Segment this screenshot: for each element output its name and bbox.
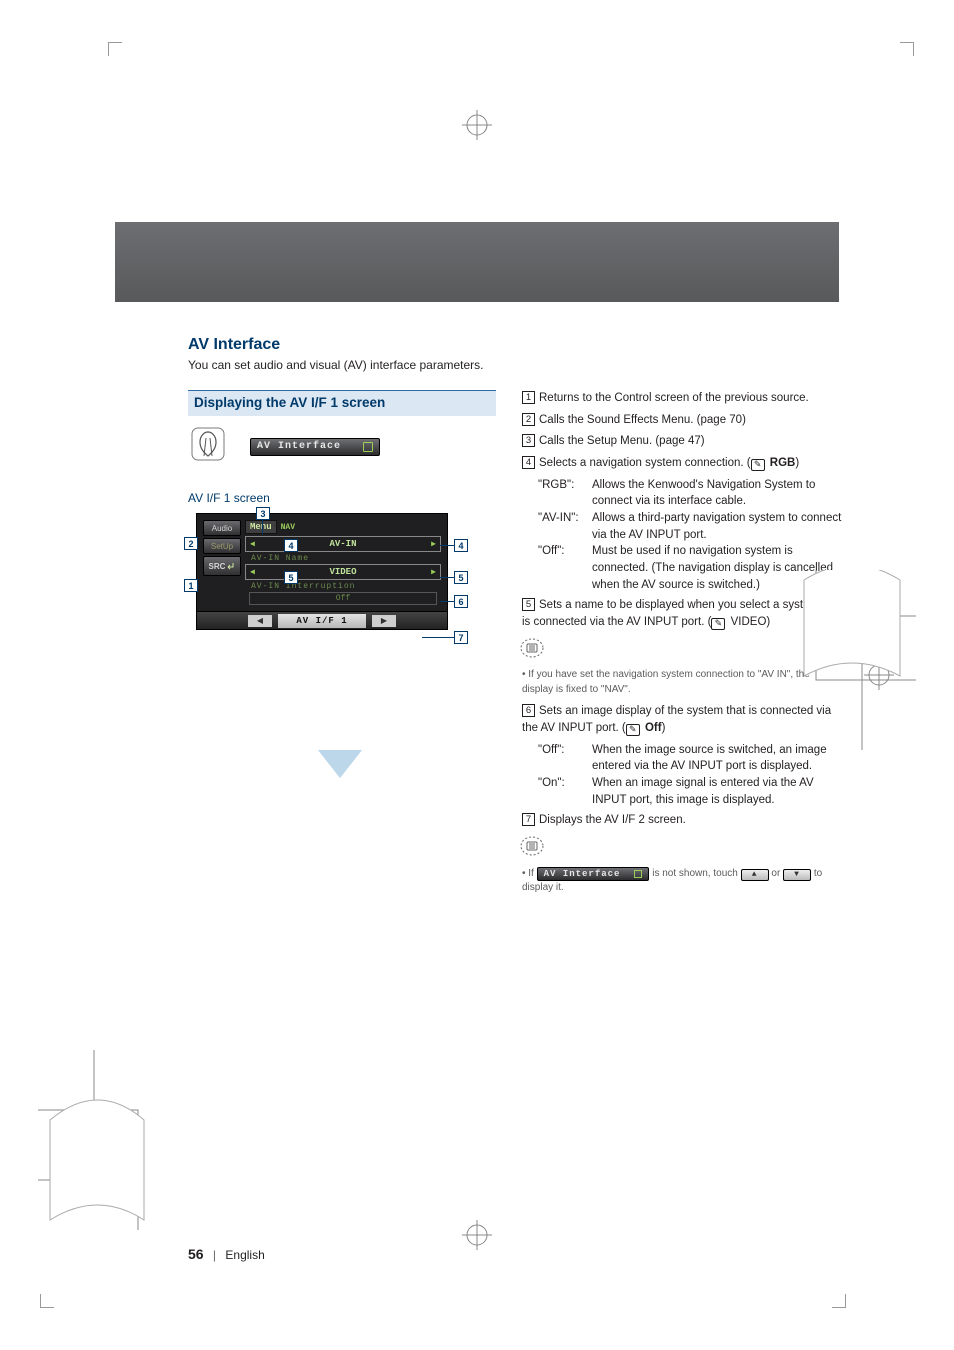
item-4: 4Selects a navigation system connection.…	[522, 455, 842, 472]
src-label: SRC	[209, 562, 226, 571]
pill-indicator-icon	[634, 870, 642, 878]
nav-select[interactable]: ◀ AV-IN ▶	[245, 536, 441, 552]
interruption-value[interactable]: Off	[249, 592, 437, 605]
page-language: English	[225, 1248, 264, 1262]
callout-5b: 5	[284, 571, 298, 584]
numlabel-5: 5	[522, 598, 535, 611]
item-6: 6Sets an image display of the system tha…	[522, 703, 842, 736]
nav-value: AV-IN	[329, 539, 356, 549]
left-triangle-icon: ◀	[250, 567, 255, 577]
default-icon: ✎	[711, 618, 725, 630]
default-icon: ✎	[626, 724, 640, 736]
book-fold-right	[796, 570, 916, 750]
right-triangle-icon: ▶	[431, 567, 436, 577]
menu-pill-av-interface[interactable]: AV Interface	[250, 438, 380, 456]
header-band	[115, 222, 839, 302]
interruption-label: AV-IN Interruption	[251, 582, 441, 591]
book-fold-left	[38, 1050, 168, 1230]
callout-4: 4	[454, 539, 468, 552]
src-button[interactable]: SRC	[203, 556, 241, 576]
left-triangle-icon: ◀	[250, 539, 255, 549]
numlabel-2: 2	[522, 413, 535, 426]
crop-mark-bl	[40, 1294, 54, 1308]
default-icon: ✎	[751, 459, 765, 471]
inline-scroll-down-button[interactable]: ▼	[783, 869, 811, 881]
menu-label: Menu	[245, 520, 277, 534]
callout-5: 5	[454, 571, 468, 584]
device-screenshot: Audio SetUp SRC	[196, 513, 448, 630]
section-subtitle: You can set audio and visual (AV) interf…	[188, 358, 842, 372]
numlabel-3: 3	[522, 434, 535, 447]
pill-indicator-icon	[363, 442, 373, 452]
avin-name-select[interactable]: ◀ VIDEO ▶	[245, 564, 441, 580]
numlabel-1: 1	[522, 391, 535, 404]
crop-mark-tl	[108, 42, 122, 56]
callout-6: 6	[454, 595, 468, 608]
page-footer: 56 | English	[188, 1246, 265, 1262]
callout-2: 2	[184, 537, 198, 550]
return-icon	[225, 561, 235, 571]
footer-tab: AV I/F 1	[278, 614, 366, 628]
item-6-options: "Off":When the image source is switched,…	[538, 742, 842, 809]
nav-top-label: NAV	[281, 523, 295, 532]
note-1: • If you have set the navigation system …	[522, 668, 842, 697]
tab-audio[interactable]: Audio	[203, 520, 241, 536]
item-7: 7Displays the AV I/F 2 screen.	[522, 812, 842, 829]
touch-icon	[188, 424, 228, 469]
page-number: 56	[188, 1246, 204, 1262]
item-5: 5Sets a name to be displayed when you se…	[522, 597, 842, 630]
crop-mark-br	[832, 1294, 846, 1308]
item-3: 3Calls the Setup Menu. (page 47)	[522, 433, 842, 450]
right-triangle-icon: ▶	[431, 539, 436, 549]
block-heading: Displaying the AV I/F 1 screen	[188, 390, 496, 416]
registration-mark-top	[462, 110, 492, 140]
callout-7: 7	[454, 631, 468, 644]
item-2: 2Calls the Sound Effects Menu. (page 70)	[522, 412, 842, 429]
callout-3: 3	[256, 507, 270, 520]
inline-pill-av-interface: AV Interface	[537, 867, 650, 881]
pill-label: AV Interface	[257, 441, 341, 452]
crop-mark-tr	[900, 42, 914, 56]
avin-name-label: AV-IN Name	[251, 554, 441, 563]
note-icon	[520, 637, 842, 665]
note-2: • If AV Interface is not shown, touch ▲ …	[522, 867, 842, 896]
continue-arrow-icon	[318, 750, 496, 783]
inline-scroll-up-button[interactable]: ▲	[741, 869, 769, 881]
numlabel-7: 7	[522, 813, 535, 826]
callout-1: 1	[184, 579, 198, 592]
tab-setup[interactable]: SetUp	[203, 538, 241, 554]
item-1: 1Returns to the Control screen of the pr…	[522, 390, 842, 407]
note-icon	[520, 835, 842, 863]
numlabel-6: 6	[522, 704, 535, 717]
down-triangle-icon: ▼	[794, 869, 800, 881]
avin-name-value: VIDEO	[329, 567, 356, 577]
callout-4b: 4	[284, 539, 298, 552]
up-triangle-icon: ▲	[752, 869, 758, 881]
screen-caption: AV I/F 1 screen	[188, 491, 496, 505]
registration-mark-bottom	[462, 1220, 492, 1250]
section-title: AV Interface	[188, 336, 842, 354]
page-next-button[interactable]: ▶	[372, 615, 396, 627]
numlabel-4: 4	[522, 456, 535, 469]
page-prev-button[interactable]: ◀	[248, 615, 272, 627]
